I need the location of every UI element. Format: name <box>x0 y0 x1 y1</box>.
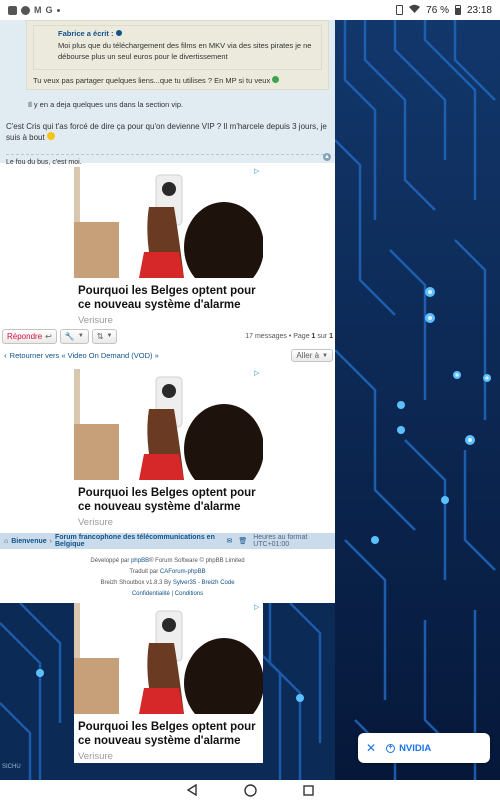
breizh-code-link[interactable]: Breizh Code <box>202 580 235 586</box>
reply-icon: ↩ <box>45 331 52 341</box>
chevron-left-icon: ‹ <box>4 351 7 360</box>
advertisement[interactable]: ▷ Pourquoi les Belges optent pour ce nou… <box>74 369 263 529</box>
chevron-down-icon: ▼ <box>77 333 84 339</box>
close-icon[interactable]: ✕ <box>366 741 376 755</box>
status-bar: M G 76 % 23:18 <box>0 0 500 20</box>
footer-translated-prefix: Traduit par <box>129 569 159 576</box>
page-total: 1 <box>329 332 333 340</box>
ad-title[interactable]: Pourquoi les Belges optent pour ce nouve… <box>78 720 261 749</box>
privacy-link[interactable]: Confidentialité <box>132 591 170 597</box>
messenger-icon <box>21 5 30 15</box>
ad-image[interactable] <box>74 603 263 714</box>
sort-button[interactable]: ⇅ ▼ <box>91 328 118 344</box>
return-row: ‹ Retourner vers « Video On Demand (VOD)… <box>4 348 333 363</box>
breadcrumb-separator: › <box>49 537 52 545</box>
laughing-smiley-icon <box>46 132 55 141</box>
post-body: Fabrice a écrit : Moi plus que du téléch… <box>0 20 335 167</box>
breadcrumb-home[interactable]: Bienvenue <box>11 538 46 545</box>
advertisement[interactable]: ▷ Pourquoi les Belges optent pour ce nou… <box>74 167 263 327</box>
jump-to-button[interactable]: Aller à ▼ <box>291 349 333 362</box>
quote-text: Moi plus que du téléchargement des films… <box>58 40 312 62</box>
reply-button[interactable]: Répondre ↩ <box>2 328 57 344</box>
smiley-icon <box>272 75 280 83</box>
footer-pipe: | <box>171 591 174 598</box>
footer-dash: - <box>197 580 200 587</box>
footer-powered-prefix: Développé par <box>90 558 130 564</box>
nvidia-notification[interactable]: ✕ + NVIDIA <box>358 733 490 763</box>
advertisement[interactable]: ▷ Pourquoi les Belges optent pour ce nou… <box>74 603 263 763</box>
footer-shoutbox-prefix: Breizh Shoutbox v1.8.3 By <box>100 580 172 587</box>
envelope-icon[interactable]: ✉ <box>226 537 232 545</box>
ad-choices-icon[interactable]: ▷ <box>254 604 262 612</box>
topic-tools-button[interactable]: 🔧 ▼ <box>59 328 89 344</box>
chevron-down-icon: ▼ <box>106 333 113 339</box>
home-button-icon[interactable] <box>244 783 257 797</box>
vip-line: Il y en a deja quelques uns dans la sect… <box>28 99 184 109</box>
facebook-icon <box>8 5 17 15</box>
quote-block: Fabrice a écrit : Moi plus que du téléch… <box>26 20 329 90</box>
clock: 23:18 <box>466 4 492 16</box>
quote-reply-text: Tu veux pas partager quelques liens...qu… <box>33 75 271 85</box>
vibrate-icon <box>396 5 404 15</box>
breadcrumb: ⌂ Bienvenue › Forum francophone des télé… <box>0 533 335 549</box>
chevron-down-icon: ▼ <box>322 352 328 359</box>
google-icon: G <box>45 5 53 15</box>
signature-separator <box>6 154 329 156</box>
page-label: • Page <box>288 332 310 340</box>
ad-source[interactable]: Verisure <box>78 751 113 762</box>
nvidia-chip[interactable]: + NVIDIA <box>386 743 431 754</box>
footer: Développé par phpBB® Forum Software © ph… <box>0 556 335 600</box>
nvidia-icon: + <box>386 743 396 753</box>
return-link[interactable]: Retourner vers « Video On Demand (VOD) » <box>10 351 159 360</box>
watermark: SICHU <box>2 764 21 770</box>
terms-link[interactable]: Conditions <box>175 591 203 597</box>
jump-to-post-icon[interactable] <box>115 30 122 36</box>
ad-choices-icon[interactable]: ▷ <box>254 370 262 378</box>
nested-quote: Fabrice a écrit : Moi plus que du téléch… <box>33 25 322 70</box>
post-actions: Répondre ↩ 🔧 ▼ ⇅ ▼ 17 messages • Page 1 … <box>2 328 333 344</box>
ad-image[interactable] <box>74 167 263 278</box>
battery-percent: 76 % <box>426 4 449 16</box>
recents-icon[interactable] <box>303 784 314 796</box>
sort-icon: ⇅ <box>96 331 104 341</box>
gmail-icon: M <box>34 5 42 15</box>
ad-choices-icon[interactable]: ▷ <box>254 168 262 176</box>
post-text: C'est Cris qui t'as forcé de dire ça pou… <box>6 121 327 143</box>
battery-icon <box>454 5 461 15</box>
timezone-label: Heures au format UTC+01:00 <box>253 534 308 548</box>
sylver-link[interactable]: Sylver35 <box>173 580 196 586</box>
trash-icon[interactable]: 🗑 <box>238 537 247 545</box>
ad-source[interactable]: Verisure <box>78 517 113 528</box>
navigation-bar <box>0 780 500 800</box>
reply-label: Répondre <box>7 331 43 341</box>
quote-author[interactable]: Fabrice <box>58 29 85 38</box>
phpbb-link[interactable]: phpBB <box>131 558 149 564</box>
signature: Le fou du bus, c'est moi. <box>6 159 82 167</box>
quote-author-suffix: a écrit : <box>86 29 114 38</box>
ad-title[interactable]: Pourquoi les Belges optent pour ce nouve… <box>78 284 261 313</box>
back-icon[interactable] <box>186 784 198 796</box>
breadcrumb-forum[interactable]: Forum francophone des télécommunications… <box>55 534 223 548</box>
forum-page: Fabrice a écrit : Moi plus que du téléch… <box>0 20 335 603</box>
message-count: 17 messages <box>245 332 287 340</box>
back-to-top-icon[interactable]: ▲ <box>323 153 331 161</box>
nvidia-label: NVIDIA <box>399 742 432 754</box>
page-of: sur <box>317 332 328 340</box>
jump-label: Aller à <box>296 351 320 360</box>
pagination: 17 messages • Page 1 sur 1 <box>245 333 333 340</box>
circuit-background <box>335 20 500 780</box>
page-current: 1 <box>311 332 316 340</box>
wrench-icon: 🔧 <box>64 331 75 341</box>
footer-powered-suffix: ® Forum Software © phpBB Limited <box>149 558 245 564</box>
ad-image[interactable] <box>74 369 263 480</box>
ad-source[interactable]: Verisure <box>78 315 113 326</box>
home-icon: ⌂ <box>4 537 9 545</box>
wifi-icon <box>409 4 421 16</box>
ad-title[interactable]: Pourquoi les Belges optent pour ce nouve… <box>78 486 261 515</box>
dot-icon <box>56 8 60 12</box>
caforum-link[interactable]: CAForum-phpBB <box>160 569 206 575</box>
